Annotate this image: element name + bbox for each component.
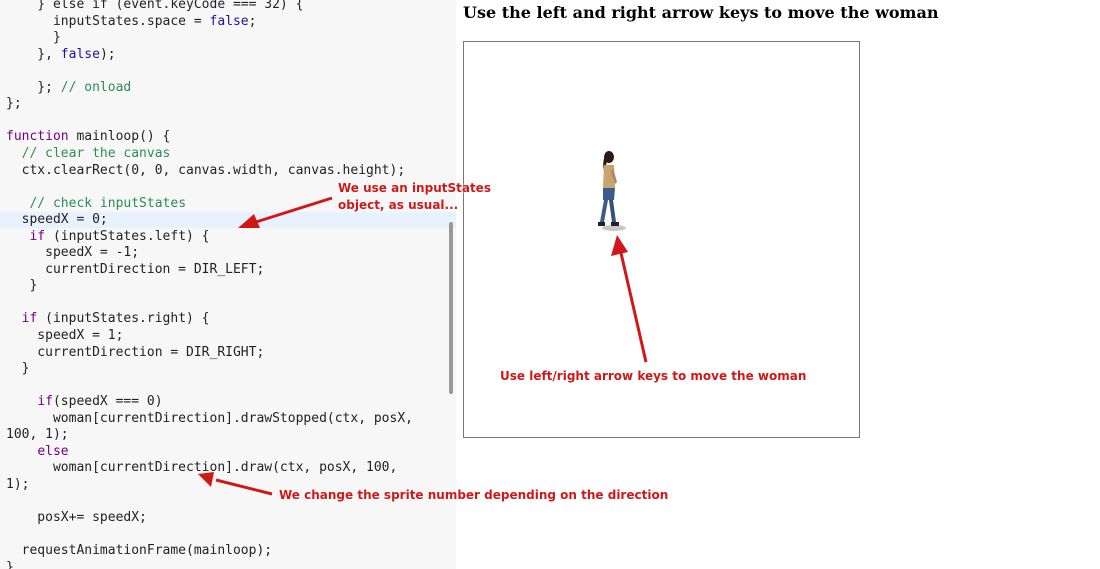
annotation-arrow-icon	[238, 196, 333, 228]
annotation-arrow-icon	[611, 235, 648, 363]
annotation-arrow-icon	[198, 472, 273, 496]
annotation-arrows	[198, 196, 648, 496]
